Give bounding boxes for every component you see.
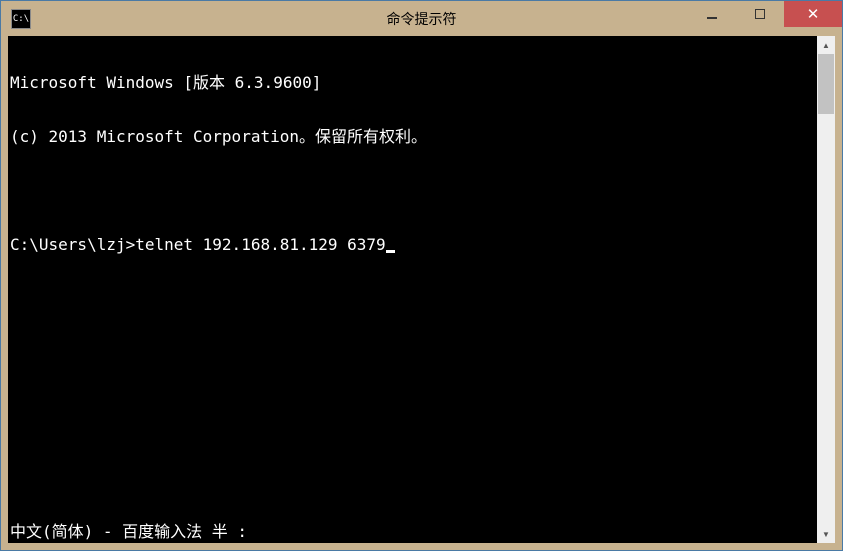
scroll-up-button[interactable]: ▲ [817, 36, 835, 54]
minimize-button[interactable] [688, 1, 736, 27]
maximize-icon [755, 9, 765, 19]
terminal-line: (c) 2013 Microsoft Corporation。保留所有权利。 [10, 128, 833, 146]
window-title: 命令提示符 [387, 9, 457, 29]
app-icon: C:\ [11, 9, 31, 29]
chevron-up-icon: ▲ [822, 41, 830, 50]
terminal-line: Microsoft Windows [版本 6.3.9600] [10, 74, 833, 92]
scroll-track[interactable] [817, 54, 835, 525]
terminal-line-text: C:\Users\lzj>telnet 192.168.81.129 6379 [10, 235, 386, 254]
cursor [386, 250, 395, 253]
terminal-prompt-line: C:\Users\lzj>telnet 192.168.81.129 6379 [10, 236, 833, 254]
window-controls: ✕ [688, 1, 842, 27]
terminal-wrapper: Microsoft Windows [版本 6.3.9600] (c) 2013… [8, 36, 835, 543]
terminal-line [10, 182, 833, 200]
ime-status: 中文(简体) - 百度输入法 半 : [10, 523, 247, 541]
minimize-icon [707, 17, 717, 19]
scroll-thumb[interactable] [818, 54, 834, 114]
titlebar[interactable]: C:\ 命令提示符 ✕ [1, 1, 842, 36]
scroll-down-button[interactable]: ▼ [817, 525, 835, 543]
close-button[interactable]: ✕ [784, 1, 842, 27]
scrollbar[interactable]: ▲ ▼ [817, 36, 835, 543]
close-icon: ✕ [807, 5, 820, 23]
chevron-down-icon: ▼ [822, 530, 830, 539]
maximize-button[interactable] [736, 1, 784, 27]
terminal[interactable]: Microsoft Windows [版本 6.3.9600] (c) 2013… [8, 36, 835, 543]
